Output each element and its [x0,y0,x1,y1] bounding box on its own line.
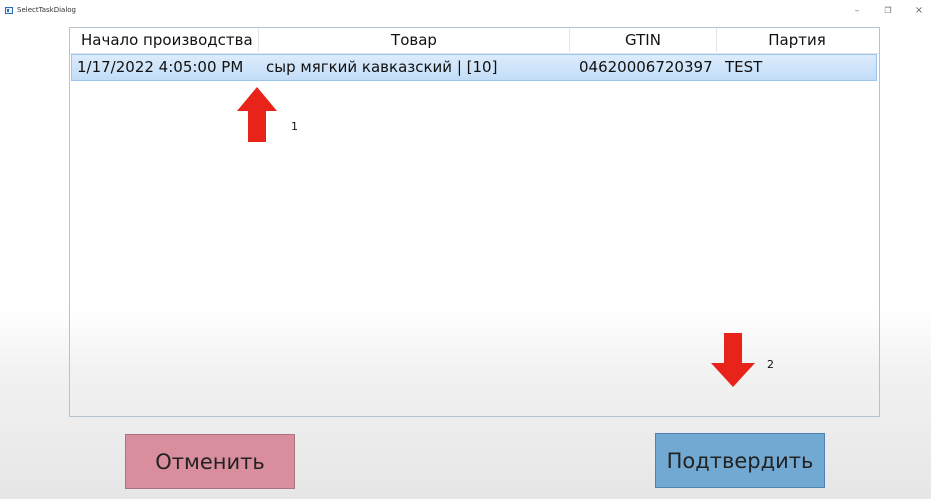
cell-product: сыр мягкий кавказский | [10] [266,58,498,76]
column-header-production-start[interactable]: Начало производства [70,28,259,52]
cancel-button[interactable]: Отменить [125,434,295,489]
cell-batch: TEST [725,58,763,76]
confirm-button[interactable]: Подтвердить [655,433,825,488]
column-header-batch[interactable]: Партия [717,28,877,52]
column-header-product[interactable]: Товар [259,28,570,52]
app-window-icon [5,7,13,14]
table-header: Начало производства Товар GTIN Партия [70,28,879,54]
annotation-marker-2: 2 [767,358,774,371]
close-button[interactable]: × [911,5,927,17]
restore-button[interactable]: ❐ [880,5,896,17]
task-list[interactable]: Начало производства Товар GTIN Партия 1/… [69,27,880,417]
minimize-button[interactable]: – [849,5,865,17]
annotation-marker-1: 1 [291,120,298,133]
window-title: SelectTaskDialog [17,6,76,14]
arrow-up-icon [237,87,277,142]
cell-production-start: 1/17/2022 4:05:00 PM [77,58,244,76]
arrow-down-icon [711,333,755,387]
table-row[interactable]: 1/17/2022 4:05:00 PM сыр мягкий кавказск… [71,54,877,81]
column-header-gtin[interactable]: GTIN [570,28,717,52]
title-bar: SelectTaskDialog – ❐ × [0,0,931,20]
cell-gtin: 04620006720397 [579,58,713,76]
